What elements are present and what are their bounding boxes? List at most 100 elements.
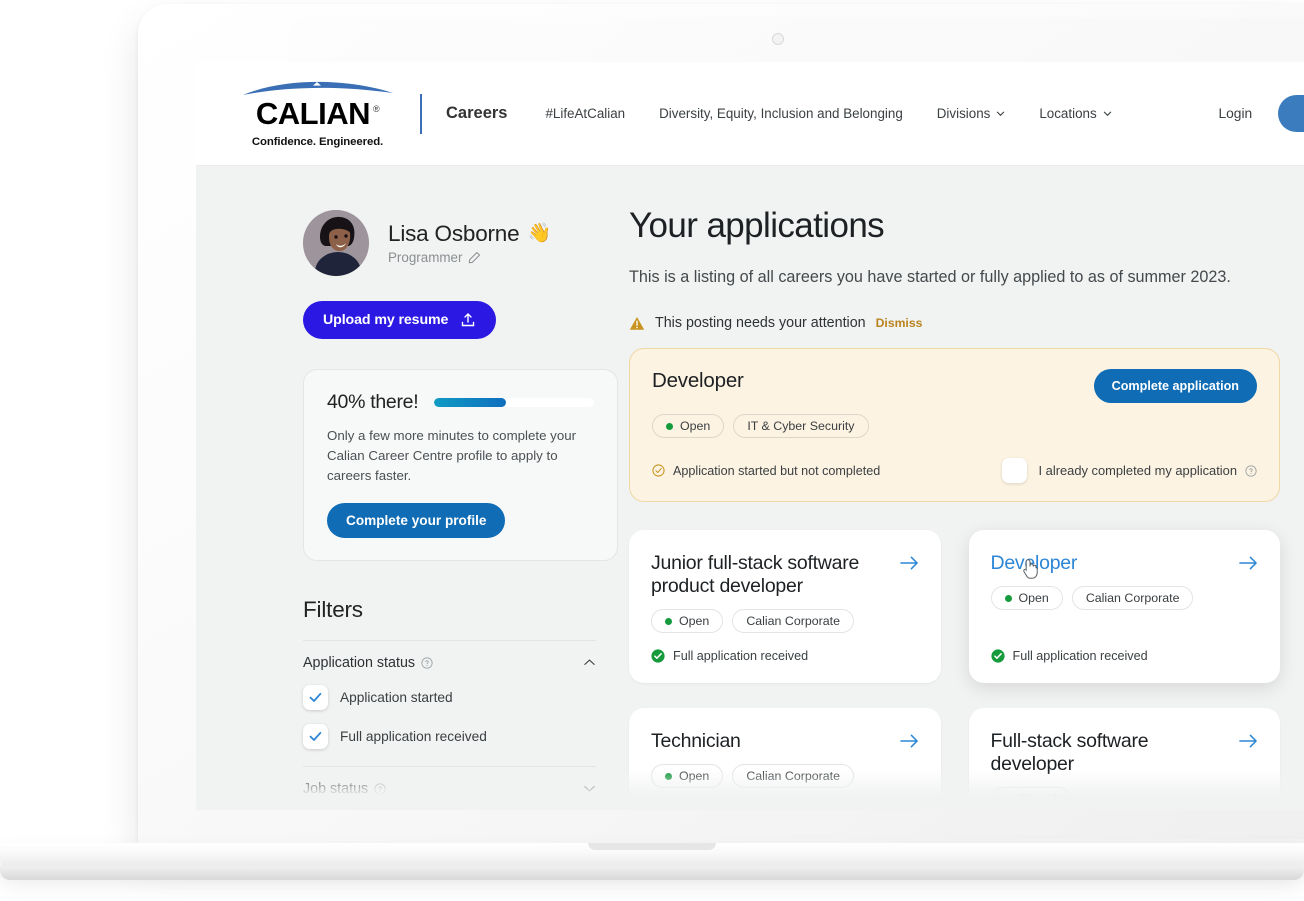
profile-role-text: Programmer (388, 249, 463, 265)
filter-group-label-wrap: Job status (303, 781, 386, 797)
card-title[interactable]: Technician (651, 730, 741, 753)
page-body: Lisa Osborne 👋 Programmer Upload my resu… (196, 166, 1304, 810)
check-circle-icon (651, 649, 665, 663)
attention-banner: This posting needs your attention Dismis… (629, 315, 1280, 331)
login-link[interactable]: Login (1218, 106, 1252, 121)
filter-option-label: Application started (340, 689, 453, 705)
division-badge: Calian Corporate (1071, 586, 1194, 611)
card-header: Full-stack software developer (991, 730, 1259, 776)
arrow-right-icon[interactable] (899, 733, 919, 749)
webcam-icon (772, 33, 784, 45)
arrow-right-icon[interactable] (1239, 555, 1258, 571)
profile-progress-card: 40% there! Only a few more minutes to co… (303, 369, 618, 561)
alert-application-card[interactable]: Developer Complete application Open IT &… (629, 348, 1280, 503)
laptop-base-notch (588, 843, 716, 850)
checkbox-icon[interactable] (303, 723, 328, 749)
profile-summary: Lisa Osborne 👋 Programmer (303, 210, 584, 276)
upload-resume-button[interactable]: Upload my resume (303, 301, 497, 339)
card-pills: Open Calian Corporate (990, 586, 1259, 611)
card-pills: Closed (990, 787, 1259, 810)
dismiss-link[interactable]: Dismiss (876, 316, 923, 330)
card-status-line: Full application received (990, 649, 1259, 664)
help-icon[interactable] (1245, 465, 1257, 477)
status-badge-closed: Closed (990, 787, 1072, 810)
category-badge-label: IT & Cyber Security (747, 419, 855, 434)
filter-option-application-started[interactable]: Application started (303, 684, 596, 710)
card-title[interactable]: Developer (991, 552, 1078, 575)
nav-link-lifeatcalian[interactable]: #LifeAtCalian (545, 106, 625, 121)
avatar[interactable] (303, 210, 369, 276)
status-badge-open: Open (651, 609, 724, 634)
card-title[interactable]: Full-stack software developer (991, 730, 1228, 776)
status-dot-icon (665, 772, 672, 780)
sidebar: Lisa Osborne 👋 Programmer Upload my resu… (196, 166, 618, 810)
card-status-text: Full application received (673, 649, 809, 664)
status-dot-icon (1004, 594, 1012, 602)
nav-link-diversity[interactable]: Diversity, Equity, Inclusion and Belongi… (659, 106, 903, 121)
brand-wordmark: CALIAN ® (255, 95, 380, 131)
application-card[interactable]: Technician Open Calian Corporate (629, 708, 941, 810)
page-subtitle: This is a listing of all careers you hav… (629, 268, 1231, 286)
profile-name-text: Lisa Osborne (388, 221, 520, 247)
nav-link-label: Diversity, Equity, Inclusion and Belongi… (659, 106, 903, 121)
profile-name: Lisa Osborne 👋 (388, 221, 551, 247)
application-card[interactable]: Developer Open Calian Corporate Full app… (968, 530, 1280, 684)
filter-option-full-application-received[interactable]: Full application received (303, 723, 596, 749)
help-icon[interactable] (421, 657, 433, 669)
division-badge-label: Calian Corporate (746, 769, 840, 784)
card-title[interactable]: Junior full-stack software product devel… (651, 552, 888, 598)
browser-viewport: CALIAN ® Confidence. Engineered. Careers … (196, 62, 1304, 810)
filter-group-label-wrap: Application status (303, 655, 433, 671)
status-badge-label: Open (680, 419, 711, 434)
application-card[interactable]: Junior full-stack software product devel… (629, 530, 941, 684)
status-dot-icon (665, 617, 672, 625)
card-status-text: Full application received (1012, 649, 1148, 664)
nav-link-locations[interactable]: Locations (1039, 106, 1111, 121)
card-header: Junior full-stack software product devel… (651, 552, 919, 598)
all-careers-button[interactable]: All Careers (1278, 95, 1304, 132)
arrow-right-icon[interactable] (899, 555, 919, 571)
filter-group-header[interactable]: Application status (303, 655, 596, 671)
already-completed-checkbox-row[interactable]: I already completed my application (1001, 458, 1257, 484)
card-pills: Open Calian Corporate (651, 609, 919, 634)
swoosh-icon (242, 81, 393, 95)
profile-role: Programmer (388, 250, 551, 265)
alert-status-line: Application started but not completed (652, 464, 880, 478)
nav-section-careers[interactable]: Careers (446, 104, 507, 123)
help-icon[interactable] (374, 783, 386, 795)
status-badge-label: Open (1018, 591, 1049, 606)
page-title: Your applications (629, 206, 885, 245)
site-header: CALIAN ® Confidence. Engineered. Careers … (196, 62, 1304, 166)
status-badge-open: Open (652, 414, 725, 439)
filters-title: Filters (303, 596, 363, 622)
pencil-icon[interactable] (468, 251, 481, 264)
alert-card-header: Developer Complete application (652, 369, 1257, 404)
header-actions: Login All Careers (1218, 95, 1304, 132)
card-footer: Full application received (651, 633, 919, 663)
filter-group-label: Job status (303, 780, 369, 797)
division-badge: Calian Corporate (732, 764, 854, 789)
status-badge-label: Open (679, 769, 710, 784)
avatar-photo (303, 210, 369, 276)
brand-tagline: Confidence. Engineered. (251, 135, 384, 148)
alert-card-title[interactable]: Developer (652, 369, 744, 393)
progress-description: Only a few more minutes to complete your… (327, 428, 577, 483)
application-card[interactable]: Full-stack software developer Closed (968, 708, 1280, 810)
nav-link-divisions[interactable]: Divisions (937, 106, 1006, 121)
checkbox-icon[interactable] (1001, 458, 1027, 484)
nav-link-label: Locations (1039, 106, 1097, 121)
complete-application-button[interactable]: Complete application (1093, 369, 1257, 404)
filter-group-application-status: Application status Application started F… (303, 639, 596, 749)
arrow-right-icon[interactable] (1239, 733, 1258, 749)
checkbox-icon[interactable] (303, 684, 328, 710)
profile-text: Lisa Osborne 👋 Programmer (388, 221, 551, 265)
upload-icon (462, 313, 475, 327)
division-badge-label: Calian Corporate (1085, 591, 1180, 606)
filter-group-job-status: Job status (303, 765, 596, 810)
filter-group-header[interactable]: Job status (303, 781, 596, 797)
status-badge-open: Open (990, 586, 1063, 611)
complete-profile-button[interactable]: Complete your profile (327, 502, 506, 538)
upload-resume-label: Upload my resume (323, 312, 449, 328)
division-badge-label: Calian Corporate (746, 614, 840, 629)
calian-logo[interactable]: CALIAN ® Confidence. Engineered. (225, 80, 410, 148)
